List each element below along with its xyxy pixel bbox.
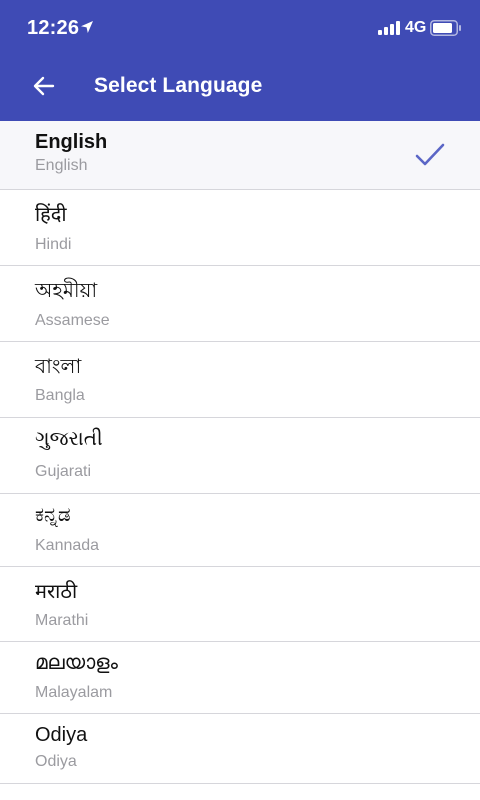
battery-icon: [430, 20, 461, 36]
language-item[interactable]: मराठी Marathi: [0, 567, 480, 642]
language-item[interactable]: English English: [0, 121, 480, 190]
language-native-name: मराठी: [35, 581, 78, 603]
language-english-name: Marathi: [35, 612, 89, 629]
app-header: 12:26 4G Select Language: [0, 0, 480, 121]
language-english-name: Assamese: [35, 312, 110, 329]
language-native-name: ಕನ್ನಡ: [35, 504, 71, 526]
language-english-name: Odiya: [35, 753, 77, 770]
language-list: English English हिंदी Hindi অহমীয়া Assamese ব…: [0, 121, 480, 784]
language-native-name: ગુજરાતી: [35, 428, 103, 450]
language-item[interactable]: हिंदी Hindi: [0, 190, 480, 266]
language-english-name: Kannada: [35, 537, 100, 554]
language-native-name: English: [35, 131, 108, 153]
language-item[interactable]: മലയാളം Malayalam: [0, 642, 480, 714]
language-english-name: Bangla: [35, 387, 85, 404]
language-item[interactable]: বাংলা Bangla: [0, 342, 480, 418]
language-english-name: Malayalam: [35, 684, 113, 701]
signal-bars-icon: [378, 21, 400, 35]
back-button[interactable]: [30, 72, 58, 100]
language-item[interactable]: ಕನ್ನಡ Kannada: [0, 494, 480, 567]
location-arrow-icon: [81, 21, 93, 33]
language-native-name: Odiya: [35, 724, 88, 746]
language-item[interactable]: অহমীয়া Assamese: [0, 266, 480, 342]
checkmark-icon: [415, 143, 445, 166]
language-english-name: Hindi: [35, 236, 72, 253]
language-english-name: English: [35, 157, 88, 174]
arrow-left-icon: [33, 76, 55, 96]
language-item[interactable]: Odiya Odiya: [0, 714, 480, 784]
toolbar: Select Language: [0, 58, 480, 121]
language-native-name: বাংলা: [35, 356, 82, 378]
language-native-name: অহমীয়া: [35, 280, 98, 302]
status-time: 12:26: [27, 17, 80, 39]
network-type-label: 4G: [405, 19, 427, 36]
page-title: Select Language: [94, 74, 263, 97]
language-english-name: Gujarati: [35, 463, 92, 480]
language-native-name: മലയാളം: [35, 652, 118, 674]
status-bar: 12:26 4G: [0, 0, 480, 58]
language-item[interactable]: ગુજરાતી Gujarati: [0, 418, 480, 494]
language-native-name: हिंदी: [35, 204, 67, 226]
